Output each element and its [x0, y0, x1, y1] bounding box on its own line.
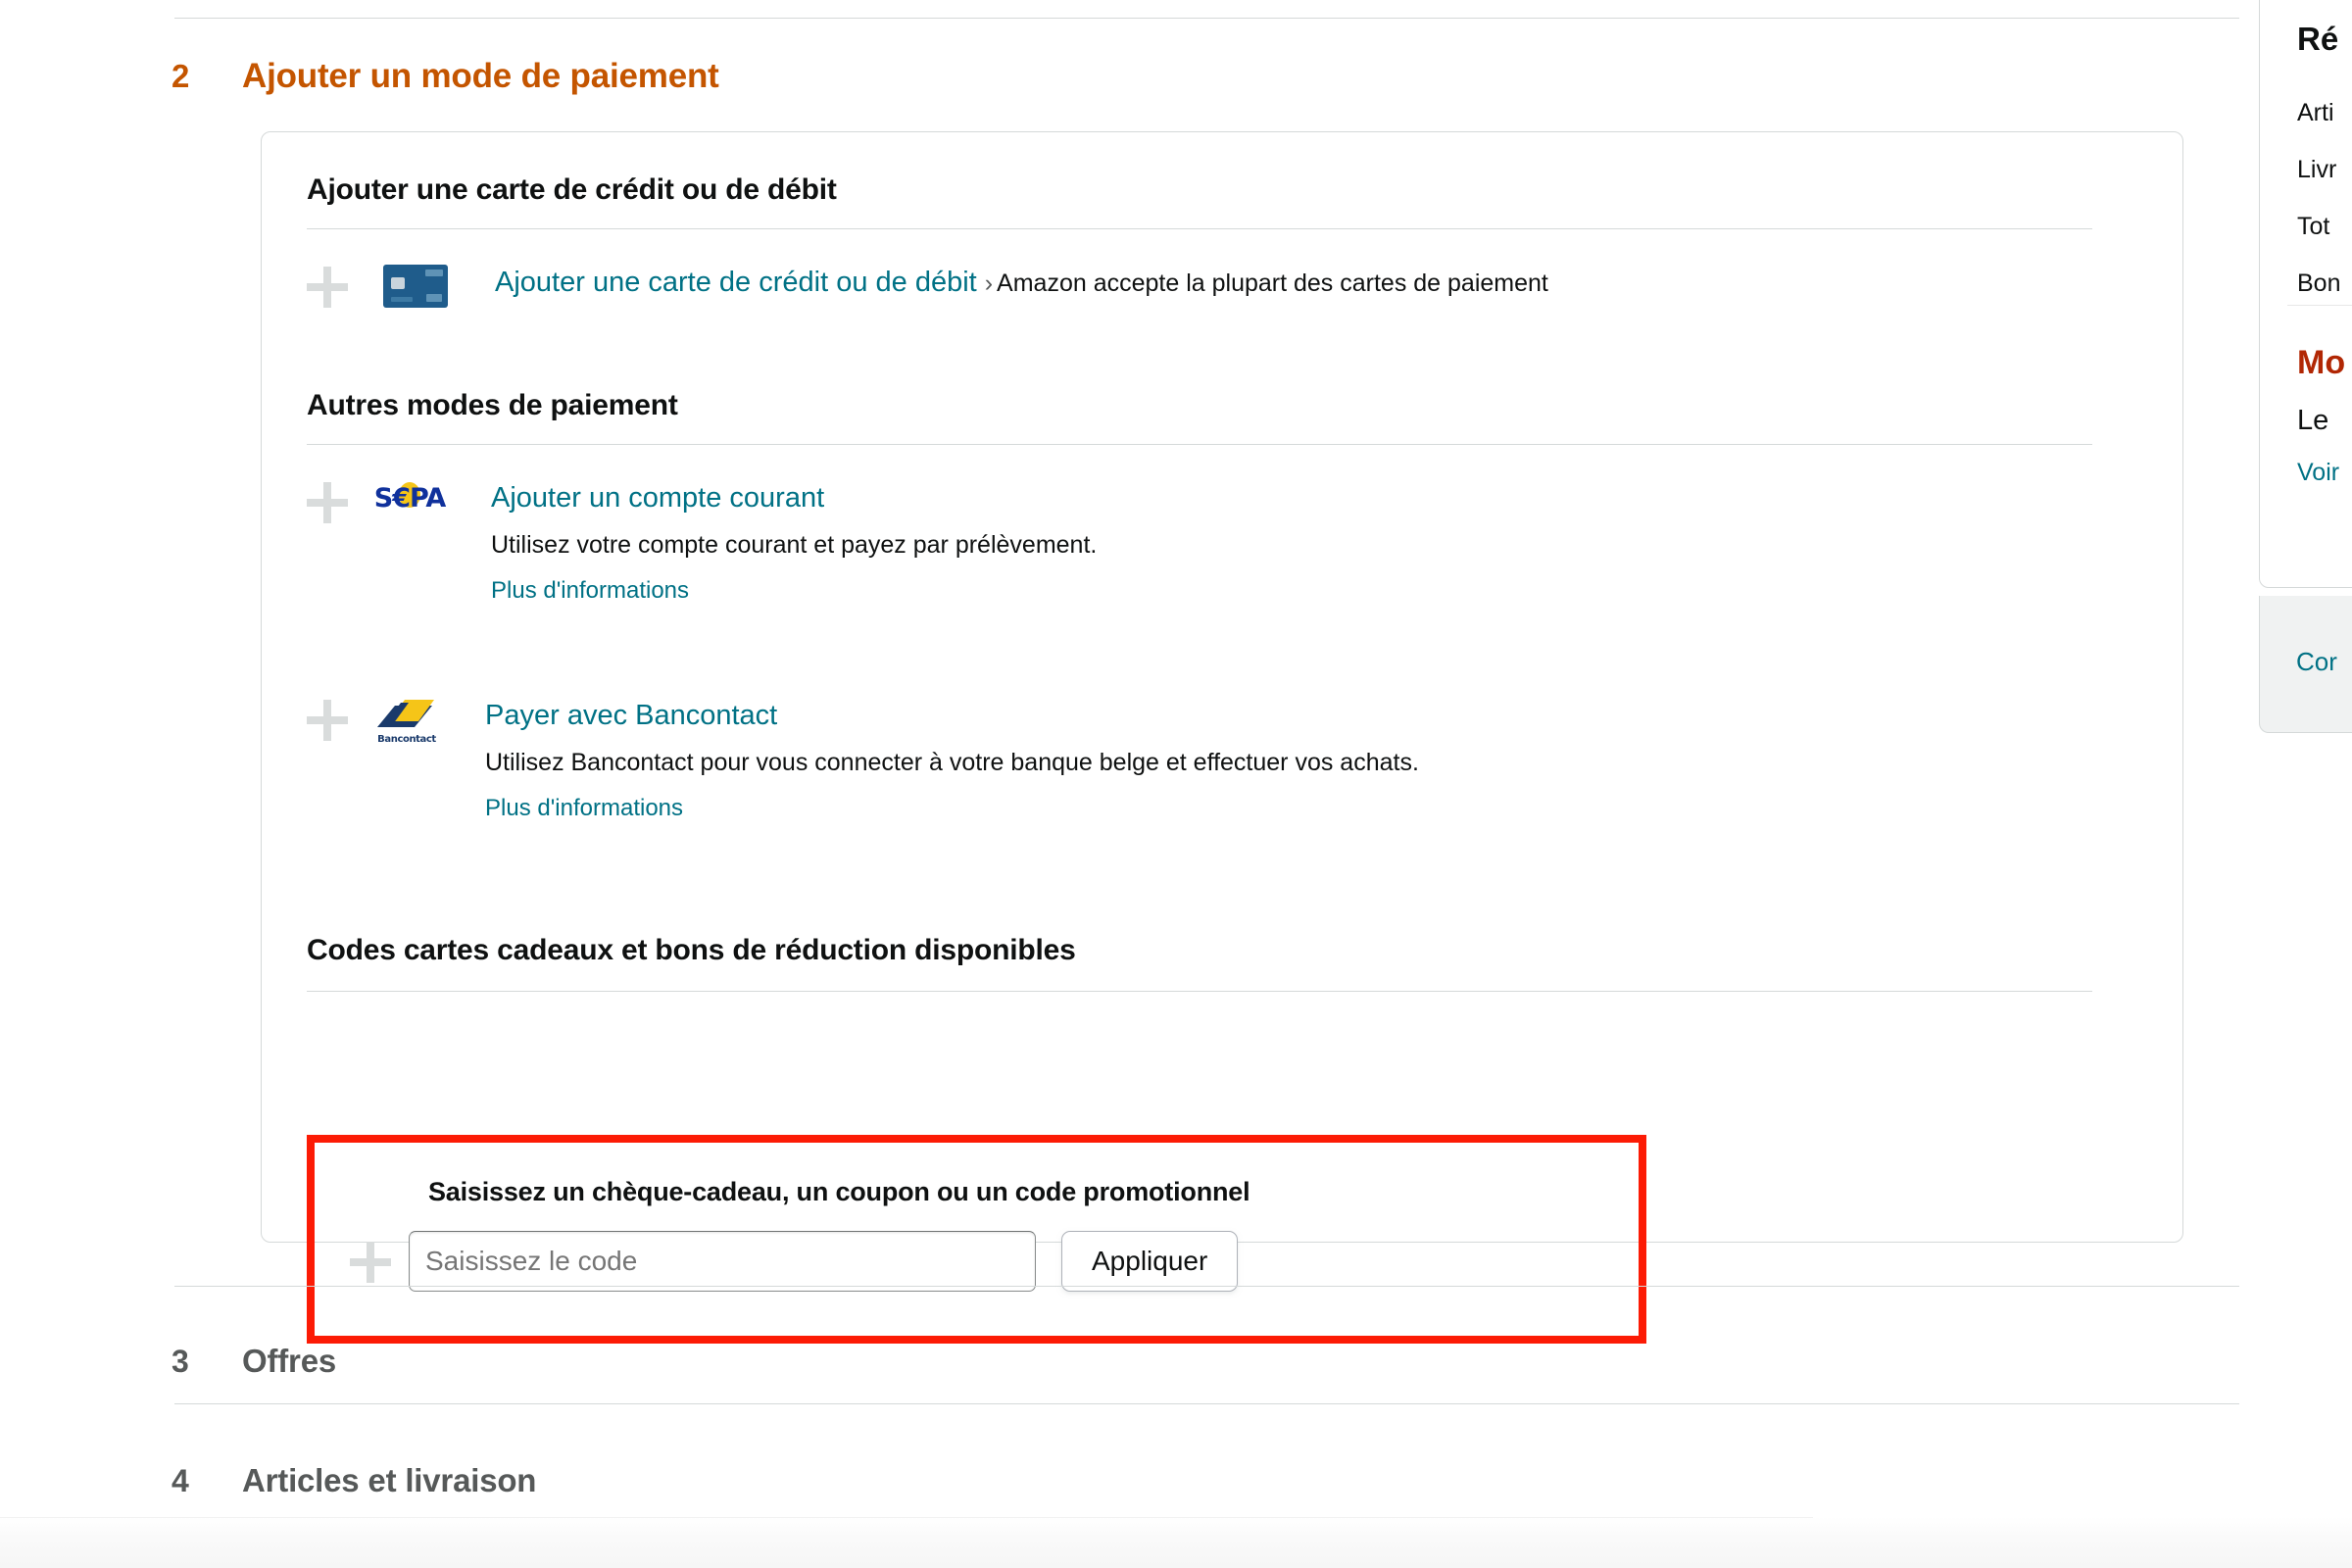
section-underline-giftcards	[307, 991, 2092, 992]
step-number-items: 4	[172, 1463, 189, 1498]
summary-divider	[2287, 305, 2352, 306]
step-title-offers: Offres	[242, 1343, 336, 1379]
chevron-right-icon: ›	[984, 270, 994, 297]
apply-code-button[interactable]: Appliquer	[1061, 1231, 1239, 1292]
summary-details-link[interactable]: Voir	[2297, 459, 2339, 487]
summary-line-total: Tot	[2297, 213, 2330, 240]
section-title-other-methods: Autres modes de paiement	[307, 389, 678, 421]
order-summary-title: Ré	[2297, 21, 2339, 57]
payment-methods-panel: Ajouter une carte de crédit ou de débit …	[261, 131, 2183, 1344]
step-number-offers: 3	[172, 1344, 189, 1379]
summary-footer-link[interactable]: Cor	[2296, 647, 2337, 677]
main-column: 2 Ajouter un mode de paiement Ajouter un…	[0, 0, 2254, 1568]
divider-below-offers	[174, 1403, 2239, 1404]
step-header-payment[interactable]: 2 Ajouter un mode de paiement	[172, 57, 719, 96]
order-summary-sidebar: Ré Arti Livr Tot Bon Mo Le Voir Cor	[2259, 0, 2352, 1568]
section-title-giftcards: Codes cartes cadeaux et bons de réductio…	[307, 934, 1076, 966]
plus-icon	[307, 482, 348, 523]
credit-card-note: Amazon accepte la plupart des cartes de …	[997, 270, 1548, 297]
summary-line-voucher: Bon	[2297, 270, 2341, 297]
option-row-bancontact[interactable]: Bancontact Payer avec Bancontact Utilise…	[307, 698, 1419, 822]
section-underline-other	[307, 444, 2092, 445]
giftcard-code-input[interactable]	[409, 1231, 1036, 1292]
step-header-items[interactable]: 4 Articles et livraison	[172, 1462, 536, 1499]
sepa-more-info-link[interactable]: Plus d'informations	[491, 577, 689, 605]
step-title-items: Articles et livraison	[242, 1462, 537, 1498]
summary-line-shipping: Livr	[2297, 156, 2337, 183]
plus-icon	[350, 1242, 391, 1283]
summary-line-items: Arti	[2297, 99, 2334, 126]
divider-below-panel	[174, 1286, 2239, 1287]
giftcard-highlight-box: Saisissez un chèque-cadeau, un coupon ou…	[307, 1135, 1646, 1344]
giftcard-input-label: Saisissez un chèque-cadeau, un coupon ou…	[428, 1177, 1250, 1206]
checkout-page: 2 Ajouter un mode de paiement Ajouter un…	[0, 0, 2352, 1568]
order-summary-card: Ré Arti Livr Tot Bon Mo Le Voir	[2259, 0, 2352, 588]
pay-with-bancontact-link[interactable]: Payer avec Bancontact	[485, 698, 777, 733]
sepa-description: Utilisez votre compte courant et payez p…	[491, 531, 1098, 560]
bancontact-description: Utilisez Bancontact pour vous connecter …	[485, 749, 1419, 777]
plus-icon	[307, 267, 348, 308]
add-bank-account-link[interactable]: Ajouter un compte courant	[491, 480, 824, 515]
option-row-credit-card[interactable]: Ajouter une carte de crédit ou de débit …	[307, 265, 1548, 308]
bottom-strip	[0, 1517, 2352, 1568]
divider-top	[174, 18, 2239, 19]
giftcard-input-row: Appliquer	[350, 1231, 1239, 1292]
credit-card-icon	[383, 265, 448, 308]
step-number-payment: 2	[172, 58, 190, 94]
bancontact-label: Bancontact	[377, 734, 436, 745]
step-header-offers[interactable]: 3 Offres	[172, 1343, 336, 1380]
summary-subtitle: Le	[2297, 405, 2329, 436]
bancontact-logo-icon: Bancontact	[371, 698, 442, 745]
sepa-logo-icon: S€PA	[373, 482, 446, 514]
bancontact-more-info-link[interactable]: Plus d'informations	[485, 795, 683, 822]
option-row-sepa[interactable]: S€PA Ajouter un compte courant Utilisez …	[307, 480, 1097, 605]
section-title-add-card: Ajouter une carte de crédit ou de débit	[307, 173, 837, 206]
plus-icon	[307, 700, 348, 741]
step-title-payment: Ajouter un mode de paiement	[242, 57, 719, 95]
add-credit-card-link[interactable]: Ajouter une carte de crédit ou de débit	[495, 265, 977, 300]
section-underline-card	[307, 228, 2092, 229]
summary-grand-total: Mo	[2297, 344, 2346, 381]
